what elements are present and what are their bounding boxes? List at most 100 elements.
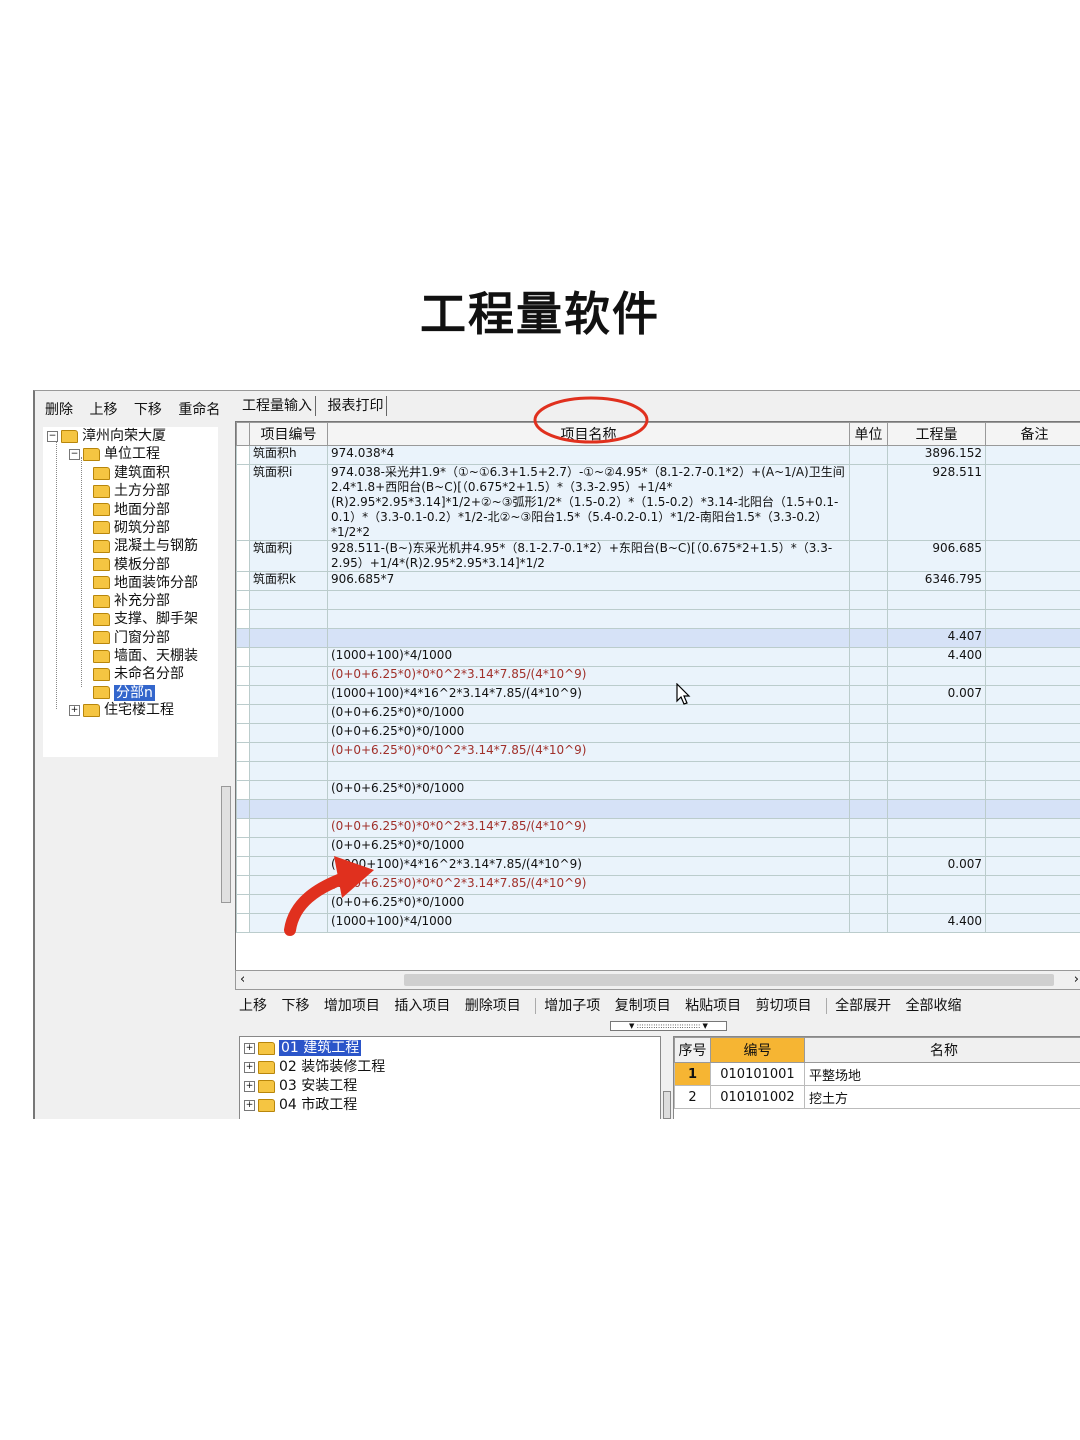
expand-icon[interactable]: + xyxy=(244,1080,255,1092)
move-up-item-button[interactable]: 上移 xyxy=(239,998,267,1014)
table-row[interactable] xyxy=(236,799,1080,819)
row-selector[interactable] xyxy=(236,571,250,591)
row-selector[interactable] xyxy=(236,818,250,838)
tree-item-root[interactable]: − 漳州向荣大厦 xyxy=(47,427,166,445)
category-item[interactable]: +02 装饰装修工程 xyxy=(244,1058,385,1076)
row-selector[interactable] xyxy=(236,685,250,705)
category-item[interactable]: +03 安装工程 xyxy=(244,1077,357,1095)
paste-item-button[interactable]: 粘贴项目 xyxy=(685,998,741,1014)
expand-icon[interactable]: + xyxy=(69,704,80,716)
row-selector[interactable] xyxy=(236,609,250,629)
expand-all-button[interactable]: 全部展开 xyxy=(835,998,891,1014)
table-row[interactable]: 筑面积h 974.038*4 3896.152 xyxy=(236,445,1080,465)
column-header-unit[interactable]: 单位 xyxy=(849,422,888,446)
row-selector[interactable] xyxy=(236,799,250,819)
tree-item-section[interactable]: 砌筑分部 xyxy=(93,519,170,537)
category-item[interactable]: +04 市政工程 xyxy=(244,1096,357,1114)
vertical-splitter[interactable] xyxy=(663,1091,671,1119)
row-selector[interactable] xyxy=(236,628,250,648)
tree-item-section[interactable]: 补充分部 xyxy=(93,592,170,610)
panel-splitter[interactable] xyxy=(221,786,231,903)
category-item[interactable]: +01 建筑工程 xyxy=(244,1039,362,1057)
column-header-code[interactable]: 编号 xyxy=(710,1037,805,1063)
tree-item-residential[interactable]: + 住宅楼工程 xyxy=(69,701,174,719)
insert-item-button[interactable]: 插入项目 xyxy=(394,998,450,1014)
tree-item-section[interactable]: 模板分部 xyxy=(93,556,170,574)
column-header-remark[interactable]: 备注 xyxy=(985,422,1080,446)
cut-item-button[interactable]: 剪切项目 xyxy=(756,998,812,1014)
move-down-item-button[interactable]: 下移 xyxy=(281,998,309,1014)
row-selector[interactable] xyxy=(236,761,250,781)
table-row[interactable]: 1 010101001 平整场地 xyxy=(674,1062,1080,1086)
row-selector[interactable] xyxy=(236,647,250,667)
table-row[interactable]: (1000+100)*4/1000 4.400 xyxy=(236,647,1080,667)
table-row[interactable]: (0+0+6.25*0)*0/1000 xyxy=(236,723,1080,743)
table-row[interactable] xyxy=(236,590,1080,610)
table-row[interactable]: (0+0+6.25*0)*0*0^2*3.14*7.85/(4*10^9) xyxy=(236,818,1080,838)
row-selector[interactable] xyxy=(236,742,250,762)
add-subitem-button[interactable]: 增加子项 xyxy=(544,998,600,1014)
move-up-button[interactable]: 上移 xyxy=(89,402,117,418)
table-row[interactable]: 2 010101002 挖土方 xyxy=(674,1085,1080,1109)
expand-icon[interactable]: + xyxy=(244,1042,255,1054)
row-selector[interactable] xyxy=(236,913,250,933)
horizontal-scrollbar[interactable]: ‹ › xyxy=(235,970,1080,990)
tree-item-section[interactable]: 未命名分部 xyxy=(93,665,184,683)
row-selector[interactable] xyxy=(236,780,250,800)
row-selector[interactable] xyxy=(236,723,250,743)
tab-report-print[interactable]: 报表打印 xyxy=(324,396,388,416)
column-header-code[interactable]: 项目编号 xyxy=(249,422,328,446)
rename-button[interactable]: 重命名 xyxy=(178,402,220,418)
delete-item-button[interactable]: 删除项目 xyxy=(465,998,521,1014)
table-row[interactable]: (1000+100)*4*16^2*3.14*7.85/(4*10^9) 0.00… xyxy=(236,685,1080,705)
table-row[interactable] xyxy=(236,761,1080,781)
table-row[interactable]: 4.407 xyxy=(236,628,1080,648)
table-row[interactable]: (0+0+6.25*0)*0*0^2*3.14*7.85/(4*10^9) xyxy=(236,666,1080,686)
tree-item-section[interactable]: 地面装饰分部 xyxy=(93,574,198,592)
tree-item-section[interactable]: 墙面、天棚装 xyxy=(93,647,198,665)
table-row[interactable]: (0+0+6.25*0)*0*0^2*3.14*7.85/(4*10^9) xyxy=(236,742,1080,762)
copy-item-button[interactable]: 复制项目 xyxy=(615,998,671,1014)
scroll-right-icon[interactable]: › xyxy=(1074,971,1079,989)
table-row[interactable] xyxy=(236,609,1080,629)
panel-toggle-handle[interactable]: ▼ ::::::::::::::::::::::::::: ▼ xyxy=(610,1021,727,1031)
row-selector[interactable] xyxy=(236,704,250,724)
expand-icon[interactable]: + xyxy=(244,1099,255,1111)
tree-item-section[interactable]: 土方分部 xyxy=(93,482,170,500)
row-selector[interactable] xyxy=(236,875,250,895)
tree-item-section[interactable]: 混凝土与钢筋 xyxy=(93,537,198,555)
row-selector[interactable] xyxy=(236,666,250,686)
tree-item-section[interactable]: 分部n xyxy=(93,684,155,702)
delete-button[interactable]: 删除 xyxy=(45,402,73,418)
row-selector[interactable] xyxy=(236,590,250,610)
row-selector[interactable] xyxy=(236,856,250,876)
collapse-all-button[interactable]: 全部收缩 xyxy=(906,998,962,1014)
row-selector[interactable] xyxy=(236,894,250,914)
collapse-icon[interactable]: − xyxy=(69,448,80,460)
collapse-icon[interactable]: − xyxy=(47,430,58,442)
table-row[interactable]: 筑面积j 928.511-(B~)东采光机井4.95*（8.1-2.7-0.1*2… xyxy=(236,540,1080,572)
row-selector[interactable] xyxy=(236,445,250,465)
table-row[interactable]: (0+0+6.25*0)*0/1000 xyxy=(236,704,1080,724)
row-selector[interactable] xyxy=(236,837,250,857)
add-item-button[interactable]: 增加项目 xyxy=(324,998,380,1014)
tree-item-section[interactable]: 门窗分部 xyxy=(93,629,170,647)
column-header-quantity[interactable]: 工程量 xyxy=(887,422,986,446)
tree-item-section[interactable]: 地面分部 xyxy=(93,501,170,519)
table-row[interactable]: (0+0+6.25*0)*0/1000 xyxy=(236,780,1080,800)
scroll-left-icon[interactable]: ‹ xyxy=(240,971,245,989)
tab-quantity-input[interactable]: 工程量输入 xyxy=(239,396,316,416)
expand-icon[interactable]: + xyxy=(244,1061,255,1073)
move-down-button[interactable]: 下移 xyxy=(134,402,162,418)
column-header-name[interactable]: 名称 xyxy=(804,1037,1080,1063)
tree-item-section[interactable]: 建筑面积 xyxy=(93,464,170,482)
row-selector[interactable] xyxy=(236,540,250,572)
table-row[interactable]: 筑面积i 974.038-采光井1.9*（①~①6.3+1.5+2.7）-①~②4… xyxy=(236,464,1080,541)
tree-item-label: 住宅楼工程 xyxy=(104,702,174,718)
tree-item-unit[interactable]: − 单位工程 xyxy=(69,445,160,463)
scroll-thumb[interactable] xyxy=(404,974,1054,986)
row-selector[interactable] xyxy=(236,464,250,541)
tree-item-section[interactable]: 支撑、脚手架 xyxy=(93,610,198,628)
table-row[interactable]: 筑面积k 906.685*7 6346.795 xyxy=(236,571,1080,591)
column-header-seq[interactable]: 序号 xyxy=(674,1037,711,1063)
